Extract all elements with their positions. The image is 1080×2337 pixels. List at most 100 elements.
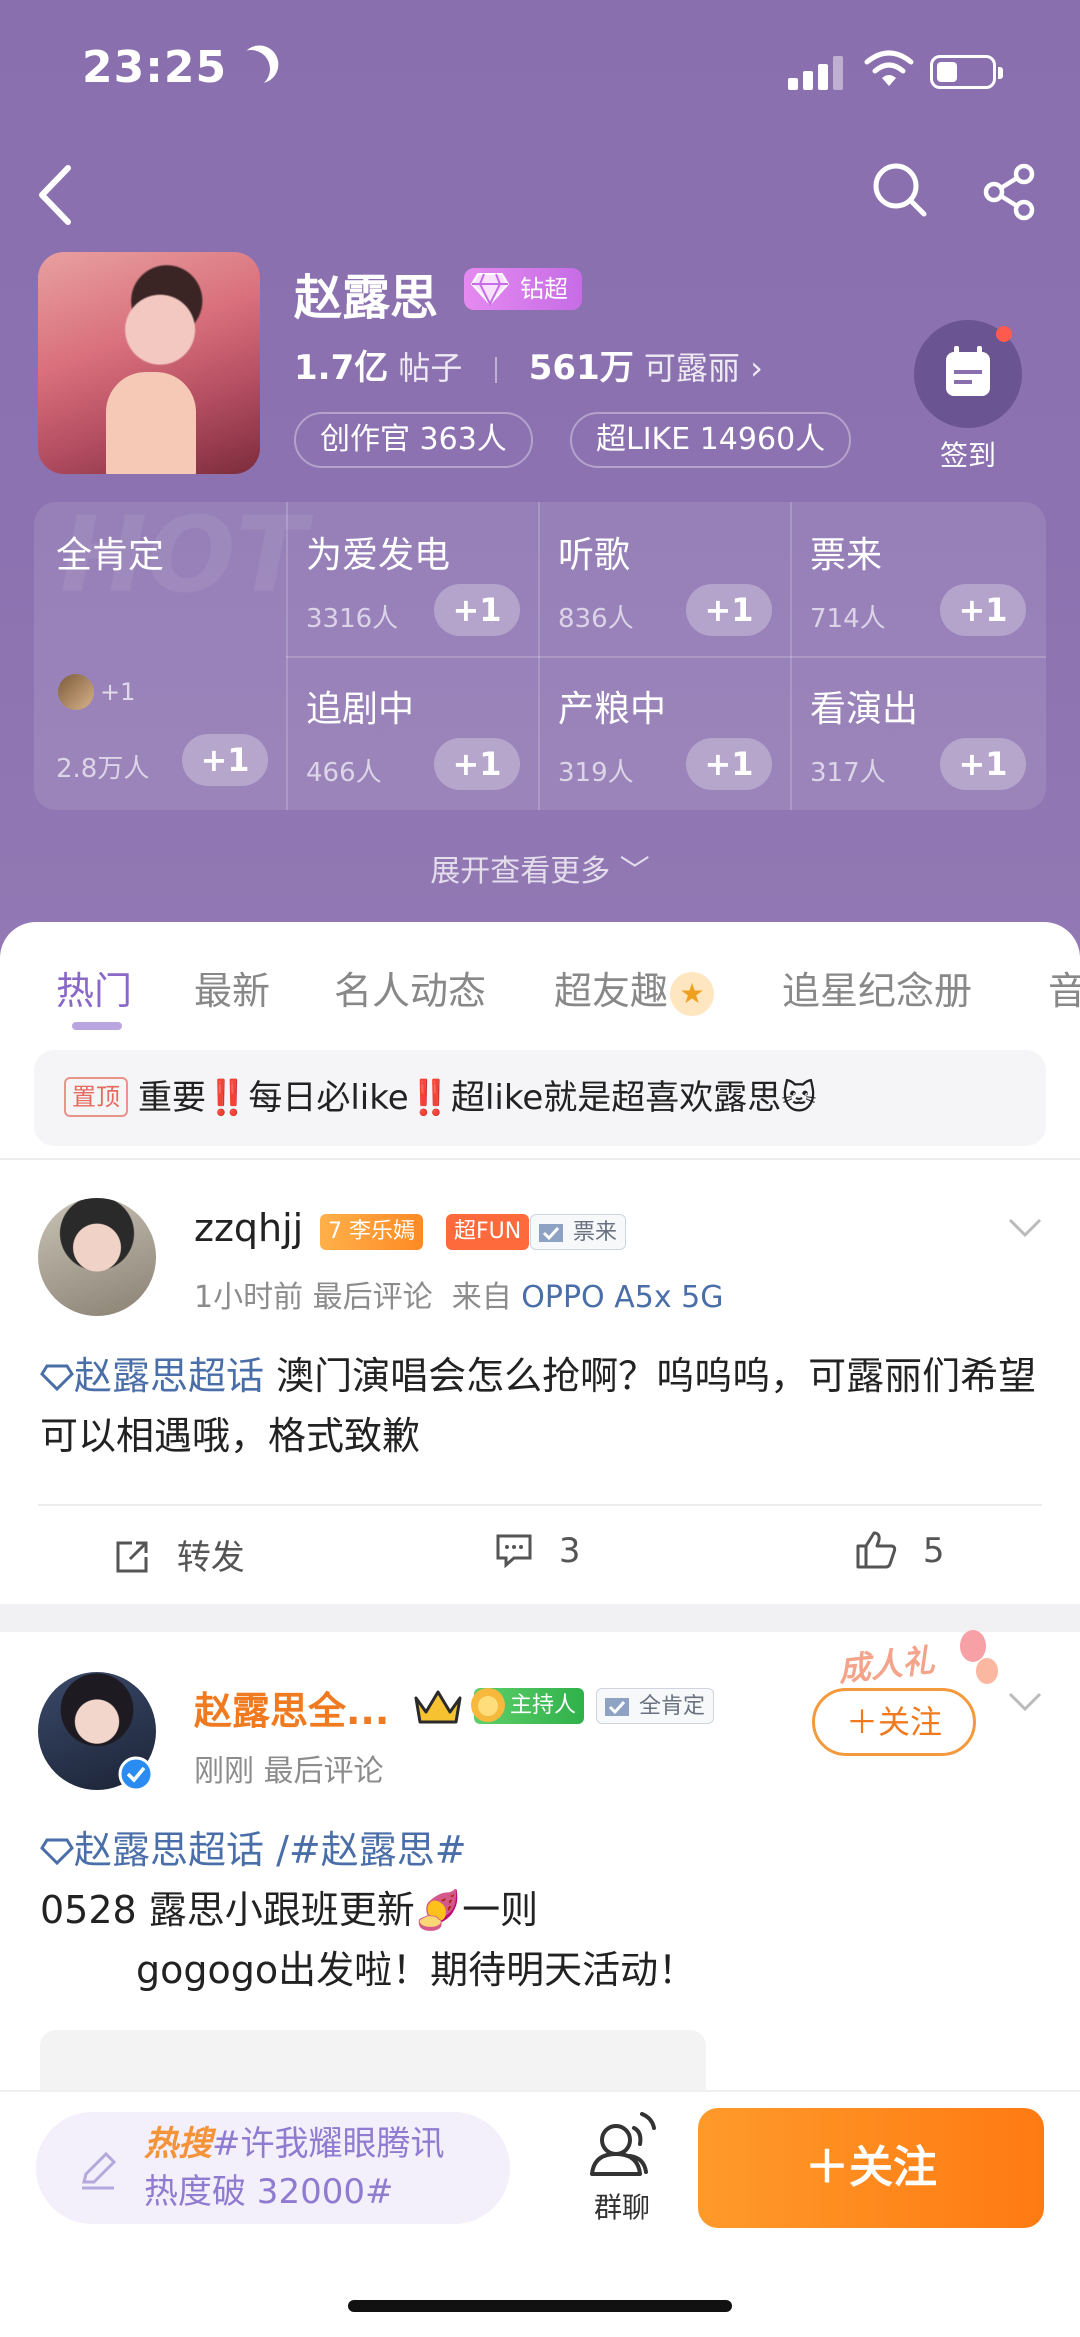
hashtag-link[interactable]: /#赵露思#	[276, 1828, 466, 1872]
topic-name: 赵露思	[294, 270, 439, 326]
tag-cell-quankending[interactable]: 全肯定 2.8万人 +1	[38, 502, 286, 810]
thumbs-up-icon	[856, 1531, 897, 1569]
chevron-right-icon[interactable]: ›	[750, 349, 763, 387]
tag-count: 3316人	[306, 604, 399, 634]
post-body[interactable]: 赵露思超话 澳门演唱会怎么抢啊？呜呜呜，可露丽们希望可以相遇哦，格式致歉	[40, 1346, 1044, 1466]
checkin-label[interactable]: 签到	[918, 434, 1018, 474]
divider	[0, 1158, 1080, 1160]
post-last-comment: 最后评论	[263, 1754, 384, 1789]
tag-chip[interactable]: 全肯定	[596, 1688, 715, 1724]
post-device[interactable]: OPPO A5x 5G	[521, 1280, 723, 1315]
tag-cell[interactable]: 票来 714人 +1	[792, 502, 1044, 656]
expand-more-button[interactable]: 展开查看更多 ﹀	[0, 846, 1080, 890]
tag-label: 看演出	[810, 689, 919, 730]
tab-fun-label: 超友趣	[554, 969, 669, 1013]
pinned-excl-2: ‼️	[408, 1078, 451, 1118]
plus-one-button[interactable]: +1	[940, 584, 1026, 636]
tag-label: 产粮中	[558, 689, 667, 730]
diamond-badge[interactable]: 钻超	[464, 268, 582, 310]
post-username[interactable]: 赵露思全...	[194, 1680, 389, 1735]
creator-pill[interactable]: 创作官 363人	[294, 412, 533, 468]
tag-label: 全肯定	[56, 535, 165, 576]
topic-avatar[interactable]	[38, 252, 260, 474]
plus-one-button[interactable]: +1	[434, 738, 520, 790]
section-divider	[0, 1604, 1080, 1632]
avatar[interactable]	[38, 1198, 156, 1316]
fans-count: 561万	[528, 348, 634, 388]
hot-search-box[interactable]: 热搜#许我耀眼腾讯热度破 32000#	[36, 2112, 510, 2224]
tag-chip-label: 全肯定	[639, 1694, 706, 1719]
feed-tabs: 热门 最新 名人动态 超友趣 ★ 追星纪念册 音	[0, 960, 1080, 1040]
chevron-down-icon[interactable]	[1008, 1218, 1042, 1238]
tag-label: 追剧中	[306, 689, 415, 730]
tag-cell[interactable]: 追剧中 466人 +1	[288, 656, 538, 810]
tab-memorial[interactable]: 追星纪念册	[782, 960, 972, 1015]
superfun-chip[interactable]: 超FUN	[446, 1214, 530, 1250]
search-icon[interactable]	[870, 160, 930, 220]
topic-link[interactable]: 赵露思超话	[74, 1354, 264, 1398]
post-line: 0528 露思小跟班更新🍠一则	[40, 1888, 539, 1932]
tag-count: 319人	[558, 758, 634, 788]
group-chat-icon[interactable]	[582, 2110, 662, 2186]
notification-dot	[996, 326, 1012, 342]
follow-user-button[interactable]: ＋关注	[812, 1688, 976, 1756]
tab-latest[interactable]: 最新	[194, 960, 270, 1015]
tag-cell[interactable]: 产粮中 319人 +1	[540, 656, 790, 810]
moon-icon	[229, 47, 273, 91]
superlike-pill[interactable]: 超LIKE 14960人	[570, 412, 852, 468]
wifi-icon	[864, 50, 914, 86]
share-icon[interactable]	[980, 162, 1040, 222]
repost-button[interactable]: 转发	[112, 1530, 245, 1579]
tab-fun[interactable]: 超友趣 ★	[554, 960, 715, 1016]
tag-chip-label: 票来	[573, 1220, 618, 1245]
tag-cell[interactable]: 看演出 317人 +1	[792, 656, 1044, 810]
group-chat-label[interactable]: 群聊	[586, 2186, 658, 2226]
battery-icon	[930, 55, 1003, 89]
checkin-button[interactable]	[914, 320, 1022, 428]
balloon-icon	[976, 1658, 998, 1684]
mini-plus-label: +1	[100, 678, 136, 706]
fans-label[interactable]: 可露丽	[644, 349, 740, 387]
plus-one-button[interactable]: +1	[434, 584, 520, 636]
diamond-icon	[40, 1838, 74, 1866]
comment-button[interactable]: 3	[494, 1530, 580, 1571]
tab-celebrity[interactable]: 名人动态	[334, 960, 486, 1015]
avatar	[58, 674, 94, 710]
active-tab-indicator	[72, 1022, 122, 1030]
signal-icon	[788, 56, 844, 90]
pinned-post[interactable]: 置顶 重要‼️每日必like‼️超like就是超喜欢露思🐱	[34, 1050, 1046, 1146]
post-time: 1小时前	[194, 1280, 304, 1315]
fan-level-chip[interactable]: 7 李乐嫣	[320, 1214, 423, 1250]
tab-music[interactable]: 音	[1048, 960, 1080, 1015]
check-badge-icon	[605, 1698, 629, 1716]
hot-search-prefix: 热搜	[144, 2124, 212, 2164]
tag-cell[interactable]: 为爱发电 3316人 +1	[288, 502, 538, 656]
tab-hot[interactable]: 热门	[56, 960, 132, 1015]
plus-one-button[interactable]: +1	[940, 738, 1026, 790]
pinned-tag: 置顶	[64, 1076, 128, 1117]
follow-topic-button[interactable]: ＋关注	[698, 2108, 1044, 2228]
plus-one-button[interactable]: +1	[182, 734, 268, 786]
like-button[interactable]: 5	[854, 1530, 944, 1571]
post-body[interactable]: 赵露思超话 /#赵露思# 0528 露思小跟班更新🍠一则 gogogo出发啦！期…	[40, 1820, 1044, 2000]
tag-cell[interactable]: 听歌 836人 +1	[540, 502, 790, 656]
host-chip[interactable]: 主持人	[471, 1688, 585, 1724]
back-icon[interactable]	[30, 160, 80, 230]
divider	[38, 1504, 1042, 1506]
hot-search-text: 热搜#许我耀眼腾讯热度破 32000#	[144, 2120, 474, 2216]
topic-link[interactable]: 赵露思超话	[74, 1828, 264, 1872]
posts-label: 帖子	[398, 349, 463, 387]
post-from: 来自	[451, 1280, 512, 1315]
crown-icon	[414, 1690, 462, 1724]
chevron-down-icon[interactable]	[1008, 1692, 1042, 1712]
plus-one-button[interactable]: +1	[686, 584, 772, 636]
comment-icon	[496, 1534, 532, 1569]
tag-count: 466人	[306, 758, 382, 788]
repost-icon	[116, 1541, 148, 1573]
balloon-icon	[960, 1630, 986, 1662]
post-username[interactable]: zzqhjj	[194, 1206, 303, 1250]
tag-count: 714人	[810, 604, 886, 634]
tag-chip[interactable]: 票来	[530, 1214, 627, 1250]
plus-one-button[interactable]: +1	[686, 738, 772, 790]
pinned-text-3: 超like就是超喜欢露思🐱	[450, 1078, 817, 1118]
